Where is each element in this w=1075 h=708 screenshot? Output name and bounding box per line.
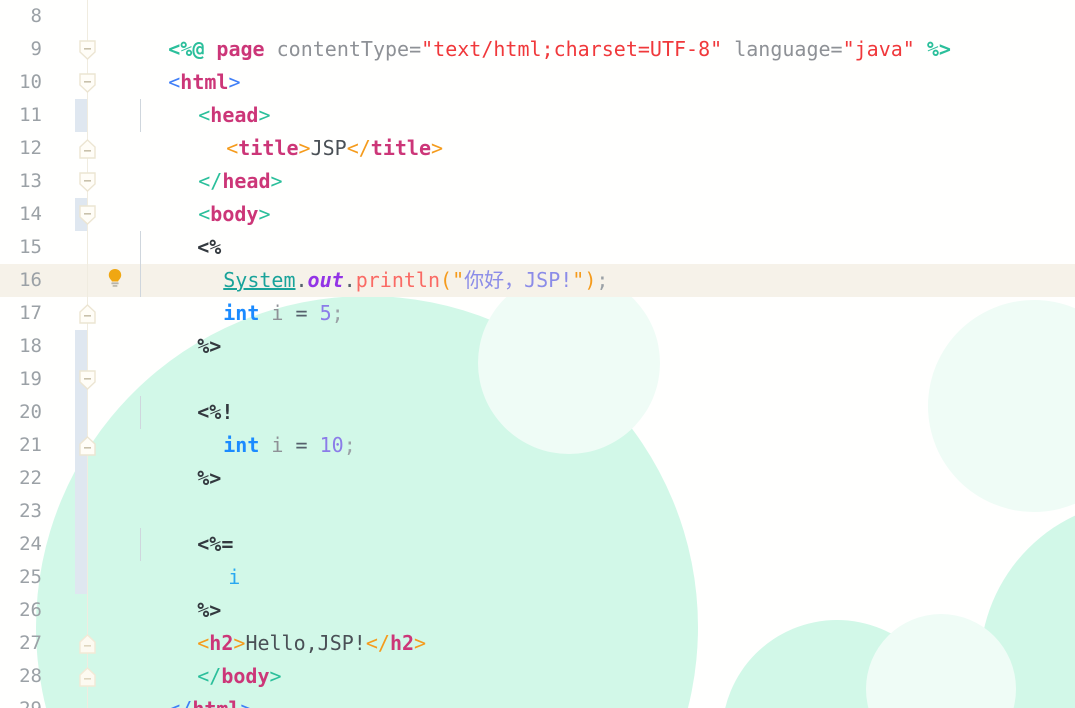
- java-number-literal: 10: [319, 433, 344, 457]
- line-number: 20: [19, 401, 42, 423]
- semicolon: ;: [343, 433, 356, 457]
- fold-collapse-close-icon[interactable]: [79, 139, 96, 159]
- line-number: 21: [19, 434, 42, 456]
- title-text-content: JSP: [310, 136, 347, 160]
- tag-bracket-close-end: >: [431, 136, 444, 160]
- code-line-25[interactable]: %>: [125, 561, 221, 622]
- tag-bracket-close: >: [269, 664, 282, 688]
- code-line-13[interactable]: <body>: [126, 165, 270, 226]
- fold-collapse-close-icon[interactable]: [79, 634, 96, 654]
- tag-name-h2-end: h2: [389, 631, 415, 655]
- code-line-18[interactable]: [96, 330, 996, 363]
- line-number: 26: [19, 599, 42, 621]
- code-line-15[interactable]: System.out.println("你好，JSP!");: [151, 231, 608, 292]
- code-line-16[interactable]: int i = 5;: [151, 264, 343, 325]
- code-editor[interactable]: 8 9 10 11 12 13 14 15 16 17 18 19 20 21 …: [0, 0, 1075, 708]
- line-number: 15: [19, 236, 42, 258]
- fold-collapse-close-icon[interactable]: [79, 436, 96, 456]
- quote-close: ": [572, 268, 585, 292]
- code-line-24[interactable]: i: [156, 528, 240, 589]
- code-line-28[interactable]: </html>: [96, 660, 252, 708]
- line-number: 16: [19, 269, 42, 291]
- code-line-21[interactable]: %>: [125, 429, 221, 490]
- java-variable-i[interactable]: i: [271, 433, 283, 457]
- code-line-11[interactable]: <title>JSP</title>: [154, 99, 443, 160]
- code-line-23[interactable]: <%=: [125, 495, 233, 556]
- fold-collapse-open-icon[interactable]: [79, 205, 96, 225]
- code-line-12[interactable]: </head>: [126, 132, 282, 193]
- java-keyword-int: int: [223, 433, 260, 457]
- line-number: 24: [19, 533, 42, 555]
- line-number: 17: [19, 302, 42, 324]
- attr-contenttype-value: "text/html;charset=UTF-8": [421, 37, 723, 61]
- tag-bracket-close: >: [270, 169, 283, 193]
- line-number: 10: [19, 71, 42, 93]
- attr-contenttype-name: contentType: [276, 37, 410, 61]
- code-line-22[interactable]: [96, 462, 996, 495]
- gutter[interactable]: 8 9 10 11 12 13 14 15 16 17 18 19 20 21 …: [0, 0, 122, 708]
- code-line-9[interactable]: <html>: [96, 33, 240, 94]
- line-number: 14: [19, 203, 42, 225]
- quote-open: ": [452, 268, 465, 292]
- tag-bracket-open-end: </: [346, 136, 371, 160]
- java-string-literal: 你好，JSP!: [464, 268, 573, 292]
- code-line-14[interactable]: <%: [125, 198, 221, 259]
- fold-collapse-open-icon[interactable]: [79, 73, 96, 93]
- code-line-27[interactable]: </body>: [125, 627, 281, 688]
- tag-name-title-end: title: [370, 136, 431, 160]
- code-line-26[interactable]: <h2>Hello,JSP!</h2>: [125, 594, 426, 655]
- semicolon: ;: [596, 268, 609, 292]
- line-number: 19: [19, 368, 42, 390]
- code-line-20[interactable]: int i = 10;: [151, 396, 356, 457]
- assign-operator: =: [295, 301, 308, 325]
- tag-bracket-close-end: >: [414, 631, 427, 655]
- tag-bracket-open-end: </: [365, 631, 390, 655]
- line-number: 18: [19, 335, 42, 357]
- line-number: 11: [19, 104, 42, 126]
- java-number-literal: 5: [319, 301, 332, 325]
- fold-collapse-close-icon[interactable]: [79, 304, 96, 324]
- blob-mint-faint-upper: [478, 272, 660, 454]
- code-line-19[interactable]: <%!: [125, 363, 233, 424]
- line-number: 29: [0, 693, 42, 708]
- paren-close: ): [584, 268, 597, 292]
- assign-operator: =: [295, 433, 308, 457]
- jsp-directive-close: %>: [926, 37, 951, 61]
- java-keyword-int: int: [223, 301, 260, 325]
- semicolon: ;: [331, 301, 344, 325]
- java-variable-i[interactable]: i: [271, 301, 283, 325]
- line-number: 23: [19, 500, 42, 522]
- fold-collapse-open-icon[interactable]: [79, 172, 96, 192]
- lightbulb-icon[interactable]: [104, 267, 126, 289]
- code-line-10[interactable]: <head>: [126, 66, 270, 127]
- java-variable-i[interactable]: i: [228, 565, 240, 589]
- code-line-17[interactable]: %>: [125, 297, 221, 358]
- code-line-8[interactable]: <%@ page contentType="text/html;charset=…: [96, 0, 951, 61]
- line-number: 13: [19, 170, 42, 192]
- blob-mint-right-lower: [980, 500, 1075, 708]
- line-number: 28: [19, 665, 42, 687]
- line-number: 8: [30, 5, 42, 27]
- attr-language-name: language: [734, 37, 831, 61]
- fold-collapse-close-icon[interactable]: [79, 667, 96, 687]
- line-number: 9: [30, 38, 42, 60]
- paren-open: (: [440, 268, 453, 292]
- line-number: 25: [19, 566, 42, 588]
- line-number: 12: [19, 137, 42, 159]
- code-line-29[interactable]: [96, 693, 996, 708]
- line-number: 27: [19, 632, 42, 654]
- attr-equals: =: [409, 37, 422, 61]
- tag-bracket-close: >: [258, 202, 271, 226]
- dot-operator: .: [343, 268, 356, 292]
- java-method-println[interactable]: println: [356, 268, 440, 292]
- fold-collapse-open-icon[interactable]: [79, 370, 96, 390]
- attr-language-value: "java": [842, 37, 915, 61]
- line-number: 22: [19, 467, 42, 489]
- fold-rail: [87, 0, 88, 708]
- tag-bracket-close: >: [298, 136, 311, 160]
- fold-collapse-open-icon[interactable]: [79, 40, 96, 60]
- attr-equals: =: [830, 37, 843, 61]
